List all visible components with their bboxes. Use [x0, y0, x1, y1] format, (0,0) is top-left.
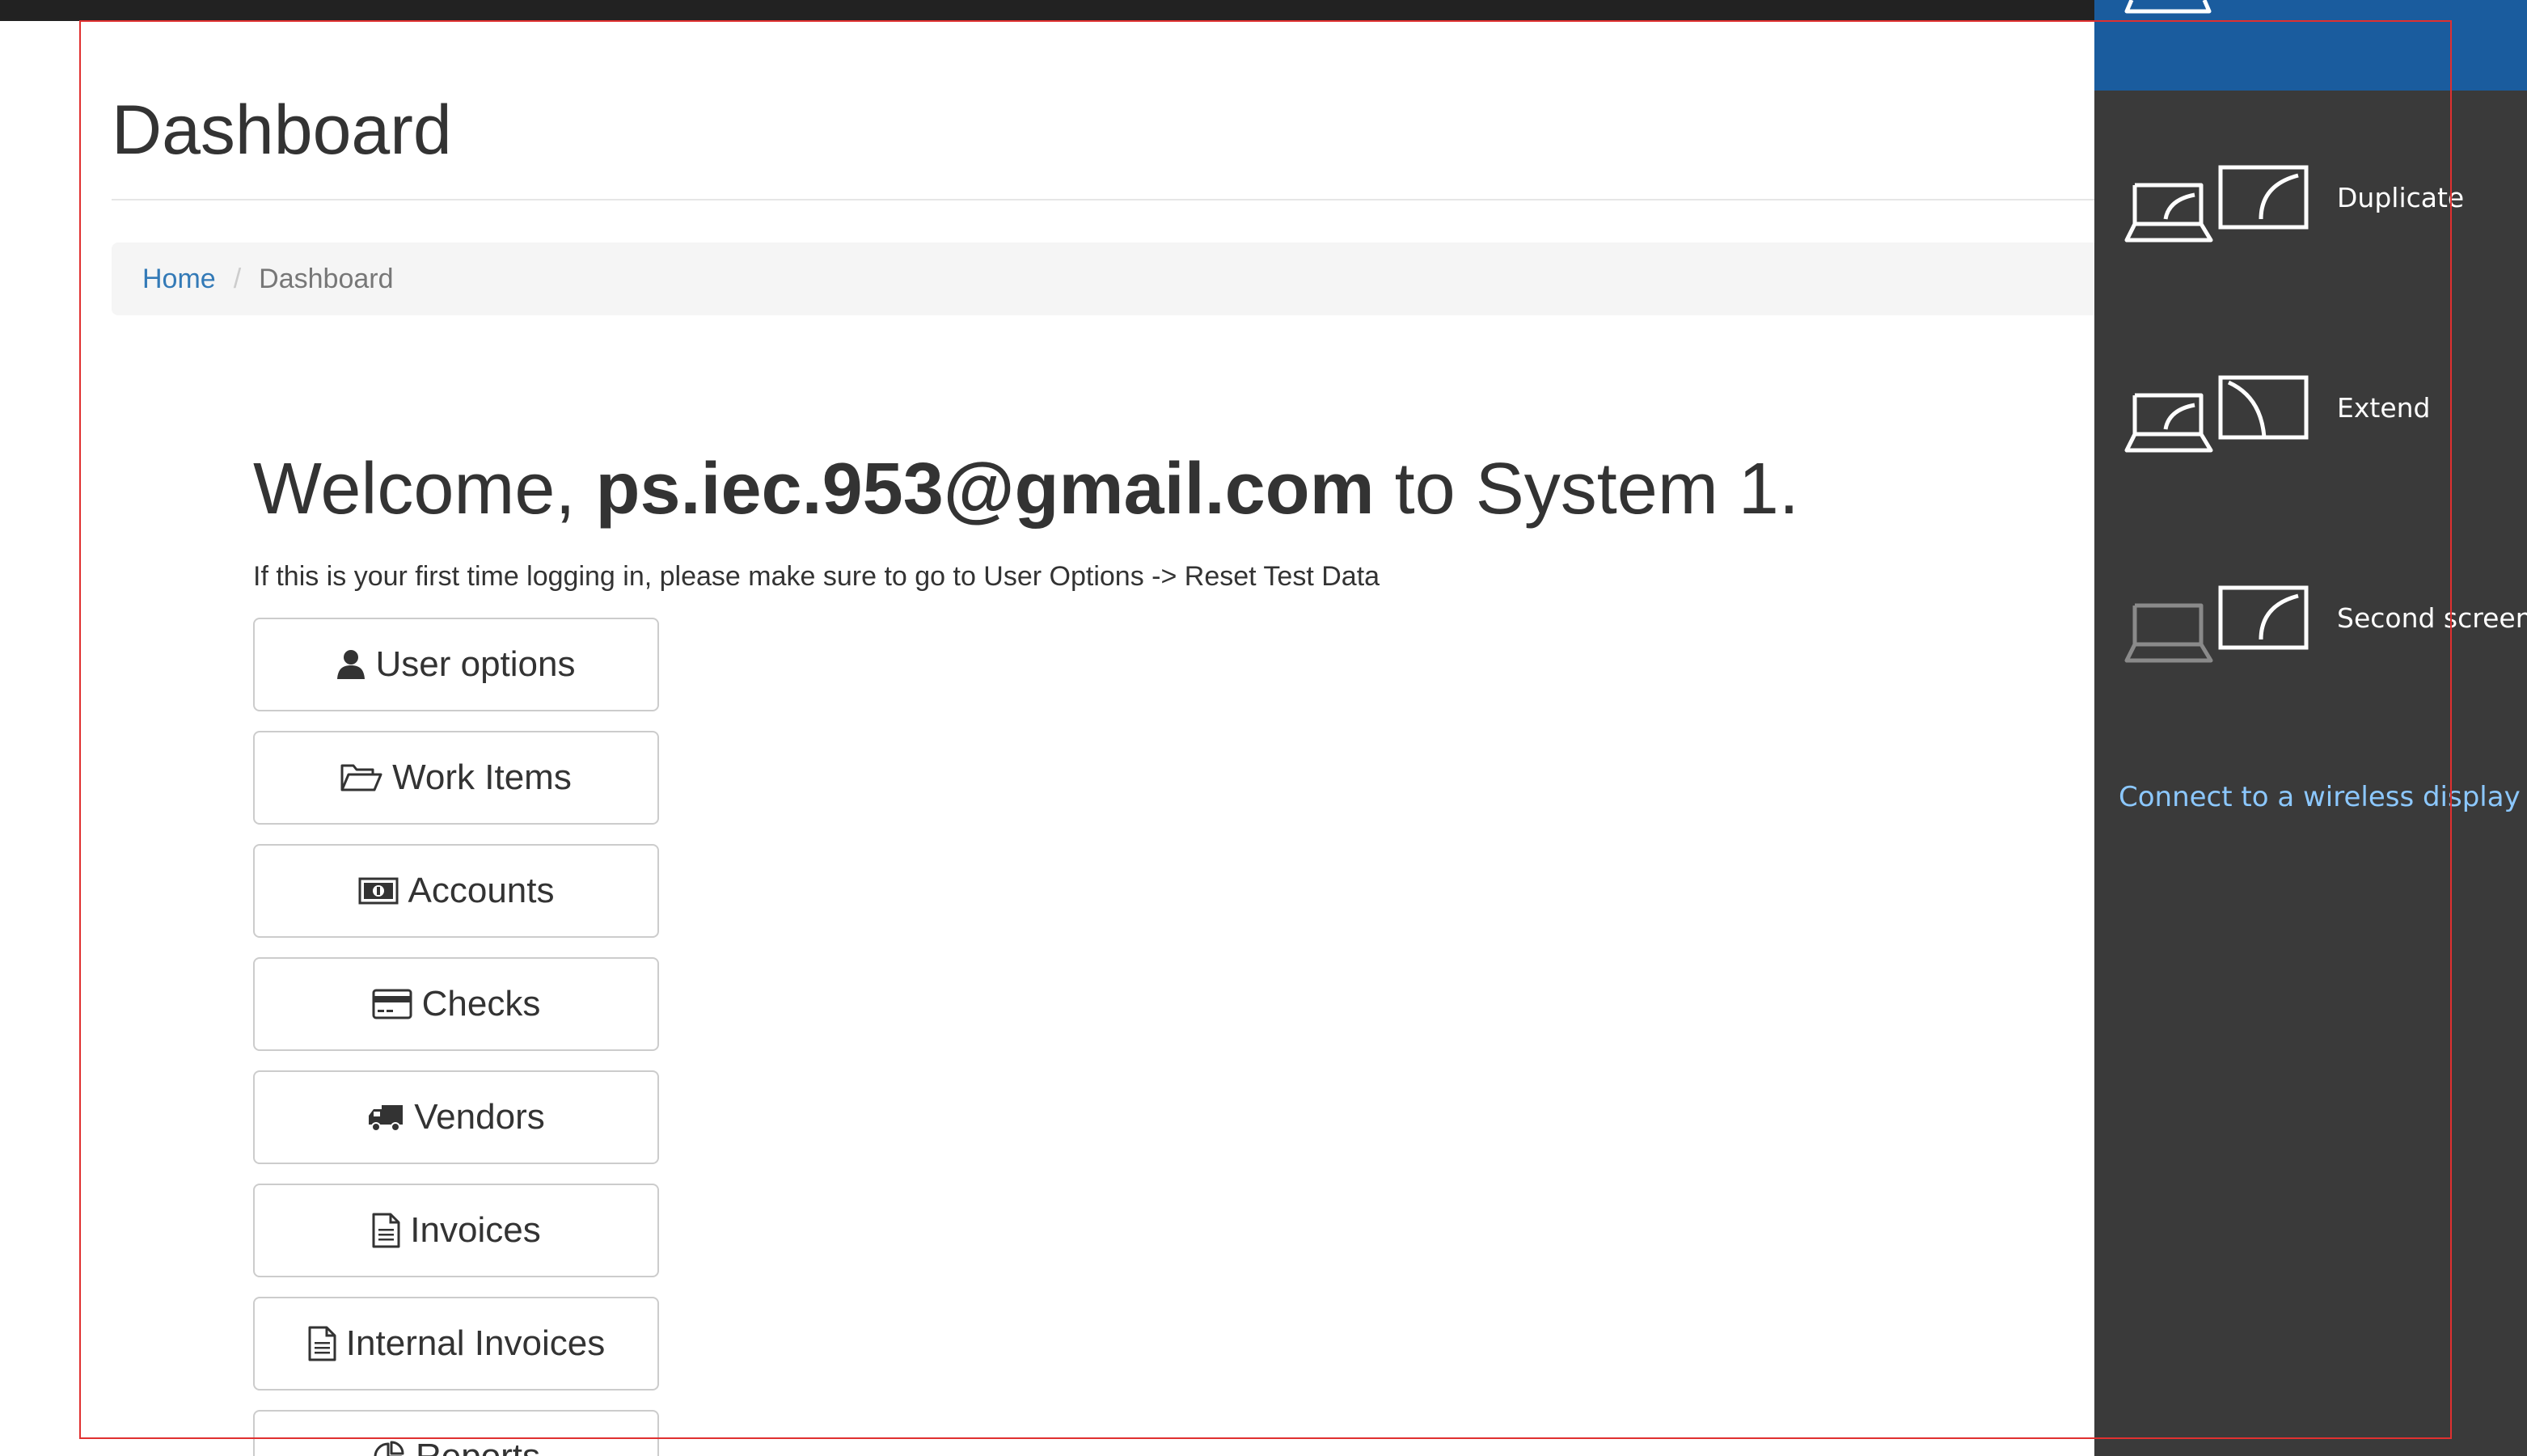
first-login-notice: If this is your first time logging in, p… [253, 561, 1380, 592]
extend-display-icon [2122, 360, 2316, 460]
user-options-button[interactable]: User options [253, 618, 659, 711]
truck-icon [367, 1102, 404, 1133]
laptop-icon [2122, 0, 2219, 23]
duplicate-option[interactable]: Duplicate [2094, 133, 2527, 263]
user-options-label: User options [375, 644, 576, 684]
credit-card-icon [372, 989, 412, 1019]
invoices-button[interactable]: Invoices [253, 1184, 659, 1277]
reports-button[interactable]: Reports [253, 1410, 659, 1456]
title-divider [112, 199, 2094, 200]
page-title: Dashboard [112, 91, 452, 169]
chart-icon [372, 1441, 406, 1456]
money-icon [358, 877, 399, 905]
checks-label: Checks [421, 984, 541, 1023]
second-screen-only-icon [2122, 570, 2316, 670]
duplicate-label: Duplicate [2337, 182, 2465, 213]
welcome-email: ps.iec.953@gmail.com [595, 449, 1375, 530]
work-items-button[interactable]: Work Items [253, 731, 659, 825]
duplicate-display-icon [2122, 150, 2316, 250]
project-display-panel: Duplicate Extend Second screen o Connect… [2094, 0, 2527, 1456]
checks-button[interactable]: Checks [253, 957, 659, 1051]
breadcrumb-home-link[interactable]: Home [142, 264, 216, 295]
file-text-icon [307, 1326, 336, 1361]
welcome-heading: Welcome, ps.iec.953@gmail.com to System … [253, 449, 1799, 530]
dashboard-page: Dashboard Home / Dashboard Welcome, ps.i… [0, 21, 2094, 1456]
folder-open-icon [340, 762, 382, 793]
breadcrumb: Home / Dashboard [112, 243, 2094, 315]
breadcrumb-separator: / [233, 263, 242, 294]
pc-screen-only-option[interactable] [2094, 0, 2527, 91]
breadcrumb-current: Dashboard [259, 263, 394, 294]
invoices-label: Invoices [410, 1210, 541, 1250]
dashboard-button-list: User options Work Items Accounts Checks … [253, 618, 659, 1456]
second-screen-only-label: Second screen o [2337, 602, 2527, 634]
work-items-label: Work Items [392, 758, 572, 797]
accounts-label: Accounts [408, 871, 555, 910]
vendors-label: Vendors [414, 1097, 545, 1137]
extend-option[interactable]: Extend [2094, 344, 2527, 473]
reports-label: Reports [416, 1437, 540, 1456]
connect-wireless-display-link[interactable]: Connect to a wireless display [2119, 781, 2521, 813]
welcome-prefix: Welcome, [253, 449, 596, 530]
file-text-icon [371, 1213, 400, 1248]
accounts-button[interactable]: Accounts [253, 844, 659, 938]
internal-invoices-button[interactable]: Internal Invoices [253, 1297, 659, 1391]
internal-invoices-label: Internal Invoices [345, 1323, 606, 1363]
second-screen-only-option[interactable]: Second screen o [2094, 554, 2527, 683]
welcome-suffix: to System 1. [1374, 449, 1799, 530]
extend-label: Extend [2337, 392, 2431, 424]
vendors-button[interactable]: Vendors [253, 1070, 659, 1164]
user-icon [336, 649, 366, 680]
